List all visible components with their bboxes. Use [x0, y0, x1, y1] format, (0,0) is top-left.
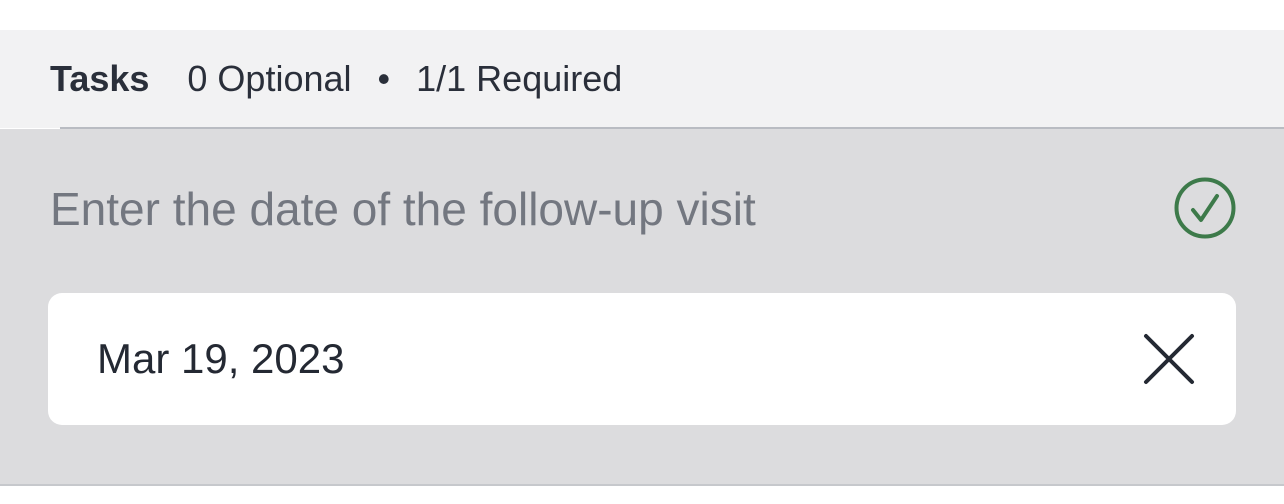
- date-value[interactable]: Mar 19, 2023: [97, 333, 345, 385]
- clear-date-button[interactable]: [1134, 323, 1204, 395]
- tasks-header: Tasks 0 Optional • 1/1 Required: [0, 30, 1284, 128]
- optional-count: 0 Optional: [187, 58, 352, 99]
- separator-dot: •: [377, 58, 391, 99]
- top-strip: [0, 0, 1284, 30]
- follow-up-date-field[interactable]: Mar 19, 2023: [48, 293, 1236, 425]
- required-count: 1/1 Required: [416, 58, 623, 99]
- task-panel: Enter the date of the follow-up visit Ma…: [0, 129, 1284, 484]
- tasks-title: Tasks: [50, 58, 150, 99]
- bottom-strip: [0, 486, 1284, 504]
- close-icon[interactable]: [1143, 333, 1195, 385]
- check-circle-icon: [1174, 177, 1236, 239]
- task-question: Enter the date of the follow-up visit: [50, 183, 756, 235]
